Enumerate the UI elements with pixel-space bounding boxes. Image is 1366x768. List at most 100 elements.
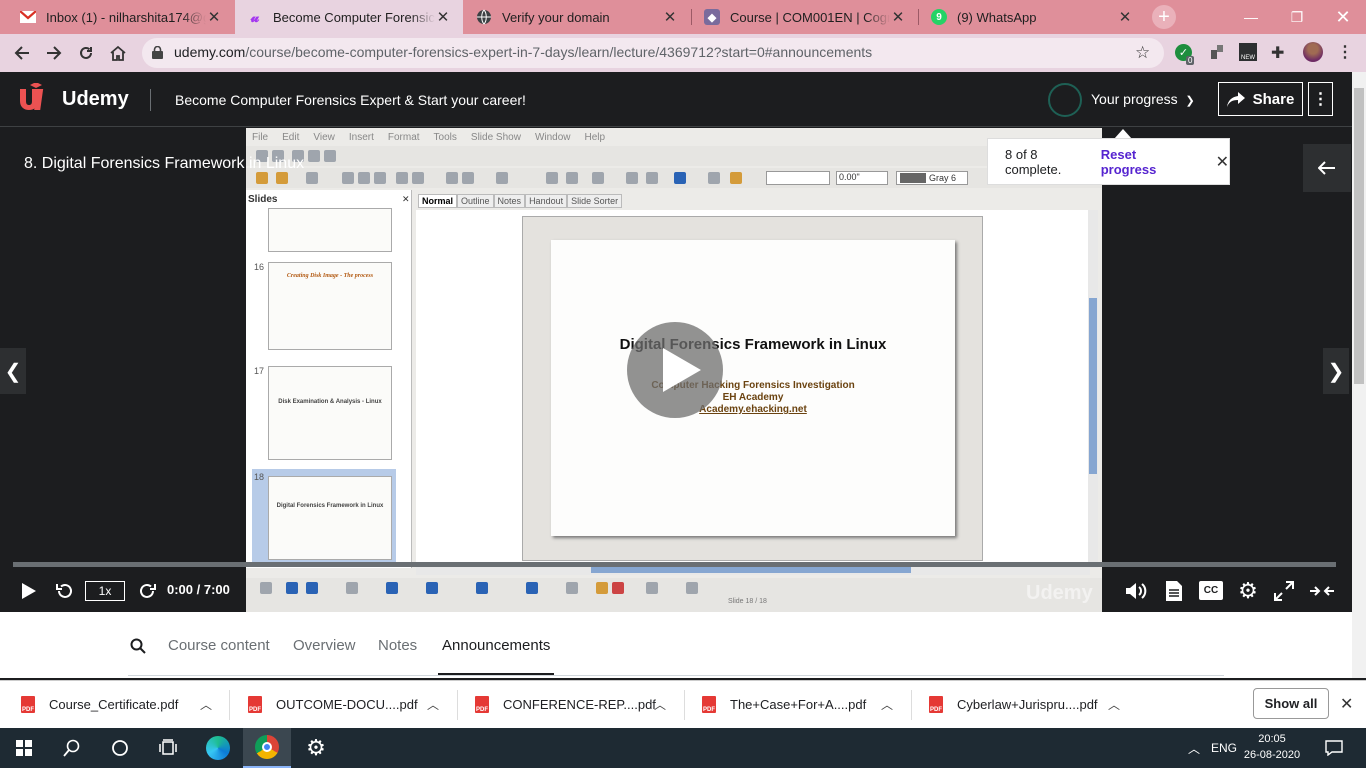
play-button[interactable] <box>16 580 40 602</box>
download-filename: Course_Certificate.pdf <box>49 696 179 712</box>
progress-ring-icon[interactable] <box>1048 83 1082 117</box>
expand-view-button[interactable] <box>1308 580 1336 602</box>
more-options-button[interactable]: ⋮ <box>1308 82 1333 116</box>
home-button[interactable] <box>101 34 135 72</box>
rewind-button[interactable] <box>52 580 76 602</box>
language-indicator[interactable]: ENG <box>1206 728 1242 768</box>
chevron-up-icon[interactable]: ︿ <box>200 696 212 713</box>
udemy-logo-icon <box>20 83 44 110</box>
settings-gear-icon[interactable]: ⚙ <box>292 728 340 768</box>
close-window-button[interactable]: ✕ <box>1320 0 1366 34</box>
maximize-button[interactable]: ❐ <box>1274 0 1320 34</box>
course-title[interactable]: Become Computer Forensics Expert & Start… <box>175 92 526 108</box>
tab-announcements[interactable]: Announcements <box>442 637 550 654</box>
close-tab-icon[interactable]: ✕ <box>1117 8 1133 26</box>
course-icon: ◆ <box>704 9 720 25</box>
show-all-button[interactable]: Show all <box>1253 688 1329 719</box>
pdf-file-icon: PDF <box>248 695 262 713</box>
chevron-up-icon[interactable]: ︿ <box>881 696 893 713</box>
close-tab-icon[interactable]: ✕ <box>662 8 678 26</box>
new-tab-button[interactable]: + <box>1152 5 1176 29</box>
settings-gear-icon[interactable]: ⚙ <box>1236 578 1260 603</box>
reload-button[interactable] <box>69 34 103 72</box>
download-filename: OUTCOME-DOCU....pdf <box>276 696 418 712</box>
lock-icon[interactable] <box>152 45 163 64</box>
download-item[interactable]: PDF The+Case+For+A....pdf <box>702 680 866 728</box>
url-text[interactable]: udemy.com/course/become-computer-forensi… <box>174 44 872 60</box>
back-to-content-button[interactable] <box>1303 144 1351 192</box>
tab-title: Become Computer Forensics E <box>273 9 435 25</box>
time-display: 0:00 / 7:00 <box>167 582 230 597</box>
udemy-logo[interactable]: Udemy <box>16 81 129 117</box>
download-filename: Cyberlaw+Jurispru....pdf <box>957 696 1098 712</box>
next-lecture-button[interactable]: ❯ <box>1323 348 1349 394</box>
video-progress-bar[interactable] <box>13 562 1336 567</box>
url-path: /course/become-computer-forensics-expert… <box>245 44 873 60</box>
tab-whatsapp[interactable]: 9 (9) WhatsApp ✕ <box>919 0 1145 34</box>
download-item[interactable]: PDF Course_Certificate.pdf <box>21 680 178 728</box>
tab-gmail[interactable]: Inbox (1) - nilharshita174@gm ✕ <box>8 0 234 34</box>
notification-icon[interactable] <box>1314 728 1354 768</box>
search-icon[interactable] <box>130 638 146 659</box>
globe-icon <box>476 9 492 25</box>
download-item[interactable]: PDF CONFERENCE-REP....pdf <box>475 680 656 728</box>
page-scrollbar-thumb[interactable] <box>1354 88 1364 384</box>
back-button[interactable] <box>5 34 39 72</box>
chevron-up-icon[interactable]: ︿ <box>654 696 666 713</box>
app-status-bar: Slide 18 / 18 <box>246 598 1102 612</box>
forward-button[interactable] <box>136 580 160 602</box>
reset-progress-link[interactable]: Reset progress <box>1101 147 1194 177</box>
pdf-file-icon: PDF <box>702 695 716 713</box>
taskbar-clock[interactable]: 20:05 26-08-2020 <box>1242 731 1302 763</box>
minimize-button[interactable]: — <box>1228 0 1274 34</box>
your-progress-button[interactable]: Your progress ❯ <box>1091 91 1195 107</box>
playback-speed-button[interactable]: 1x <box>85 581 125 601</box>
download-item[interactable]: PDF OUTCOME-DOCU....pdf <box>248 680 418 728</box>
chevron-up-icon[interactable]: ︿ <box>1182 728 1206 768</box>
tab-verify-domain[interactable]: Verify your domain ✕ <box>464 0 690 34</box>
captions-button[interactable]: CC <box>1199 581 1223 600</box>
windows-start-icon[interactable] <box>0 728 48 768</box>
extension-icon[interactable] <box>1209 44 1225 60</box>
transcript-button[interactable] <box>1162 579 1186 603</box>
tab-handout: Handout <box>525 194 568 208</box>
new-extension-badge[interactable]: NEW <box>1239 43 1257 61</box>
edge-browser-icon[interactable] <box>194 728 242 768</box>
puzzle-extensions-icon[interactable]: ✚ <box>1271 43 1284 63</box>
slides-panel-title: Slides <box>248 194 278 205</box>
app-toolbar-2: 0.00" Gray 6 <box>246 168 1102 188</box>
close-tab-icon[interactable]: ✕ <box>435 8 451 26</box>
speed-label: 1x <box>98 584 112 598</box>
tab-overview[interactable]: Overview <box>293 637 356 654</box>
drawing-toolbar <box>246 578 1102 598</box>
tab-course[interactable]: ◆ Course | COM001EN | Cognitiv ✕ <box>692 0 918 34</box>
tab-udemy[interactable]: 𝓾 Become Computer Forensics E ✕ <box>235 0 463 34</box>
close-tab-icon[interactable]: ✕ <box>890 8 906 26</box>
thumb-title: Digital Forensics Framework in Linux <box>276 503 384 509</box>
browser-menu-icon[interactable]: ⋮ <box>1337 42 1353 62</box>
tab-course-content[interactable]: Course content <box>168 637 270 654</box>
download-item[interactable]: PDF Cyberlaw+Jurispru....pdf <box>929 680 1098 728</box>
close-downloads-icon[interactable]: ✕ <box>1340 694 1353 714</box>
close-popup-icon[interactable]: ✕ <box>1216 152 1229 172</box>
share-button[interactable]: Share <box>1218 82 1303 116</box>
task-view-icon[interactable] <box>144 728 192 768</box>
slide-thumb-15 <box>268 208 392 252</box>
play-overlay-button[interactable] <box>627 322 723 418</box>
forward-button[interactable] <box>37 34 71 72</box>
volume-button[interactable] <box>1124 579 1148 603</box>
previous-lecture-button[interactable]: ❮ <box>0 348 26 394</box>
bookmark-star-icon[interactable]: ☆ <box>1135 43 1150 63</box>
chevron-up-icon[interactable]: ︿ <box>427 696 439 713</box>
cortana-icon[interactable] <box>96 728 144 768</box>
lecture-title: 8. Digital Forensics Framework in Linux <box>24 155 305 172</box>
menu-format: Format <box>387 131 420 143</box>
chevron-up-icon[interactable]: ︿ <box>1108 696 1120 713</box>
fullscreen-button[interactable] <box>1272 579 1296 603</box>
tab-notes[interactable]: Notes <box>378 637 417 654</box>
play-icon <box>22 583 36 599</box>
profile-avatar[interactable] <box>1303 42 1323 62</box>
search-icon[interactable] <box>48 728 96 768</box>
chrome-icon[interactable] <box>243 728 291 768</box>
close-tab-icon[interactable]: ✕ <box>206 8 222 26</box>
